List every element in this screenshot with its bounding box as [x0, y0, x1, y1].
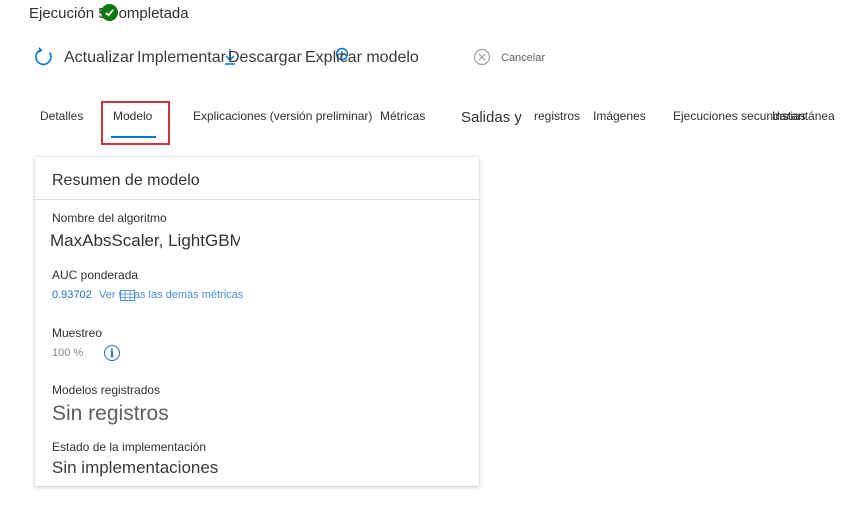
- run-title-prefix: Ejecución 5: [29, 5, 107, 22]
- tab-outputs[interactable]: Salidas y: [461, 109, 522, 126]
- cancel-icon: [473, 48, 491, 66]
- tab-details[interactable]: Detalles: [40, 109, 83, 123]
- sampling-value: 100 %: [52, 347, 84, 359]
- registered-models-label: Modelos registrados: [52, 383, 161, 397]
- sampling-label: Muestreo: [52, 326, 103, 340]
- refresh-icon[interactable]: [34, 47, 54, 67]
- tab-snapshot[interactable]: Instantánea: [772, 109, 835, 123]
- tab-metrics[interactable]: Métricas: [380, 109, 425, 123]
- algorithm-label: Nombre del algoritmo: [52, 211, 167, 225]
- tab-images[interactable]: Imágenes: [593, 109, 646, 123]
- tab-highlight-box: [101, 101, 170, 145]
- auc-label: AUC ponderada: [52, 268, 139, 282]
- auc-value: 0.93702: [52, 289, 92, 301]
- completed-check-icon: [101, 4, 118, 21]
- cancel-button: Cancelar: [501, 52, 546, 64]
- refresh-button[interactable]: Actualizar: [64, 49, 134, 67]
- deploy-status-value: Sin implementaciones: [52, 458, 219, 477]
- card-title: Resumen de modelo: [52, 172, 200, 189]
- download-button[interactable]: Descargar: [228, 49, 302, 67]
- run-title-suffix: ompletada: [118, 5, 189, 22]
- card-divider: [35, 199, 479, 200]
- info-icon[interactable]: i: [104, 345, 120, 361]
- model-summary-card: [35, 157, 479, 486]
- deploy-status-label: Estado de la implementación: [52, 440, 207, 454]
- explain-model-button[interactable]: Explicar modelo: [305, 49, 419, 67]
- registered-models-value: Sin registros: [52, 402, 169, 425]
- algorithm-value: MaxAbsScaler, LightGBM: [50, 231, 240, 250]
- deploy-button[interactable]: Implementar: [137, 49, 226, 67]
- tab-logs[interactable]: registros: [534, 109, 580, 123]
- tab-explanations[interactable]: Explicaciones (versión preliminar): [193, 109, 372, 123]
- table-icon[interactable]: [120, 290, 135, 301]
